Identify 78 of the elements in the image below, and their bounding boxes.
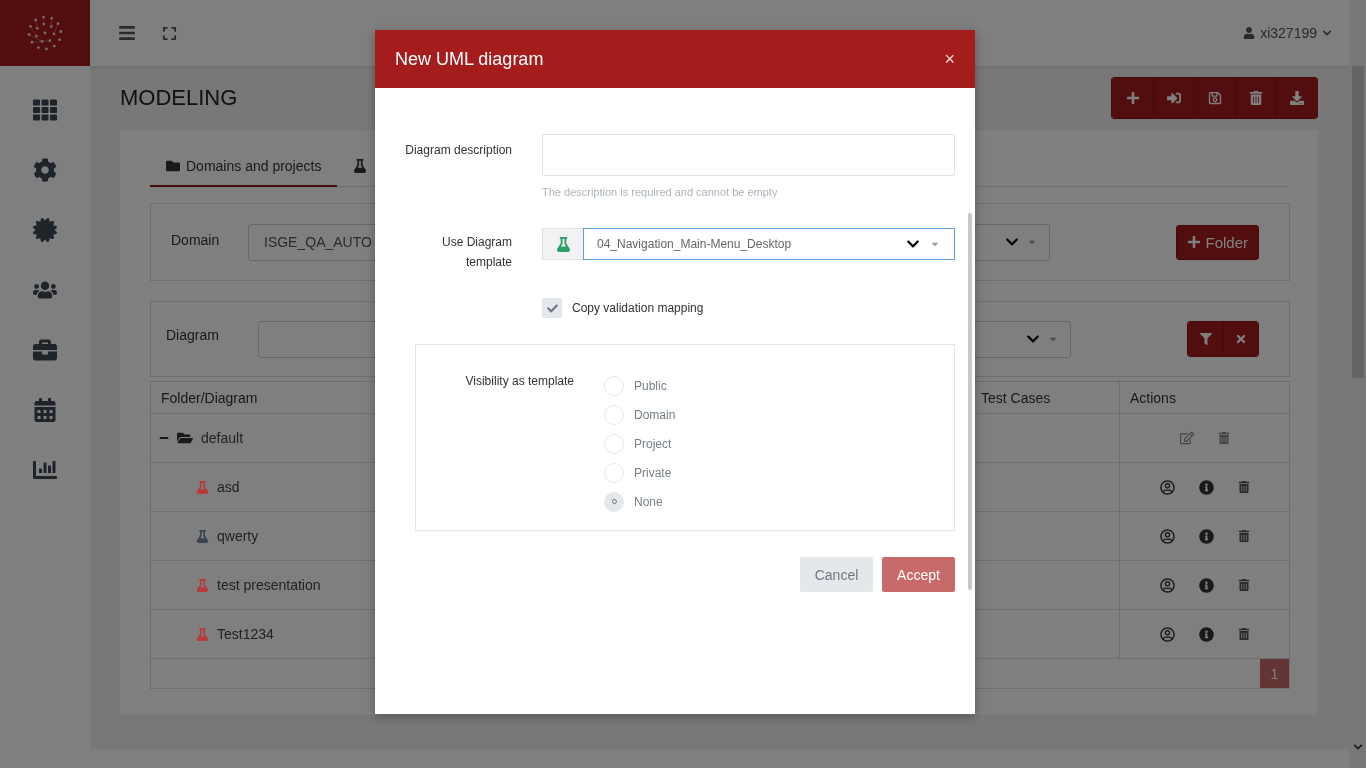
column-header: Actions bbox=[1130, 389, 1176, 406]
field-label: Diagram bbox=[166, 327, 220, 345]
template-select[interactable]: 04_Navigation_Main-Menu_Desktop bbox=[583, 228, 955, 260]
radio-label: Domain bbox=[634, 407, 676, 422]
radio-button[interactable] bbox=[604, 462, 624, 483]
field-label: Domain bbox=[171, 232, 221, 250]
logo-icon bbox=[27, 15, 63, 51]
info-icon[interactable] bbox=[1198, 626, 1214, 642]
tab[interactable]: Domains and projects bbox=[150, 147, 338, 187]
field-label: Use Diagram template bbox=[440, 234, 512, 271]
delete-icon[interactable] bbox=[1237, 530, 1250, 542]
close-icon bbox=[1235, 333, 1247, 345]
radio-button[interactable] bbox=[604, 404, 624, 425]
info-icon[interactable] bbox=[1198, 577, 1214, 593]
radio-label: Project bbox=[634, 436, 672, 451]
radio-button[interactable] bbox=[604, 433, 624, 454]
radio-label: None bbox=[634, 494, 663, 509]
import-icon bbox=[1167, 91, 1181, 105]
edit-icon[interactable] bbox=[1179, 431, 1194, 445]
radio-label: Public bbox=[634, 378, 667, 393]
fullscreen-icon[interactable] bbox=[162, 25, 177, 41]
diagram-name[interactable]: qwerty bbox=[217, 528, 259, 544]
download-icon bbox=[1290, 91, 1304, 105]
help-text: The description is required and cannot be empty bbox=[542, 186, 779, 198]
check-icon bbox=[546, 302, 558, 314]
user-icon[interactable] bbox=[1159, 528, 1175, 544]
delete-icon[interactable] bbox=[1217, 432, 1230, 444]
radio-label: Private bbox=[634, 465, 672, 480]
diagram-name[interactable]: Test1234 bbox=[217, 626, 274, 642]
filter-button[interactable] bbox=[1188, 322, 1223, 356]
column-header: Test Cases bbox=[981, 389, 1051, 406]
cancel-button[interactable]: Cancel bbox=[800, 557, 873, 592]
clear-button[interactable] bbox=[1223, 322, 1258, 356]
user-icon bbox=[1243, 27, 1256, 39]
chevron-down-icon[interactable] bbox=[1322, 28, 1332, 38]
user-name[interactable]: xi327199 bbox=[1260, 25, 1317, 41]
diagram-name[interactable]: asd bbox=[217, 479, 240, 495]
add-icon bbox=[1125, 91, 1140, 105]
radio-button[interactable] bbox=[604, 491, 624, 512]
scroll-down-icon[interactable] bbox=[1353, 742, 1363, 752]
dialog-title: New UML diagram bbox=[395, 48, 544, 70]
download-button[interactable] bbox=[1276, 78, 1317, 118]
scrollbar[interactable] bbox=[968, 213, 972, 590]
checkbox[interactable] bbox=[542, 298, 562, 318]
import-button[interactable] bbox=[1153, 78, 1194, 118]
user-icon[interactable] bbox=[1159, 479, 1175, 495]
checkbox-label: Copy validation mapping bbox=[572, 301, 704, 315]
folder-icon bbox=[177, 430, 193, 446]
diagram-name[interactable]: test presentation bbox=[217, 577, 321, 593]
delete-icon[interactable] bbox=[1237, 481, 1250, 493]
save-icon bbox=[1208, 91, 1222, 105]
delete-button[interactable] bbox=[1235, 78, 1276, 118]
page-button[interactable]: 1 bbox=[1260, 659, 1289, 688]
description-field[interactable] bbox=[542, 134, 955, 176]
add-button[interactable] bbox=[1112, 78, 1153, 118]
filter-icon bbox=[1199, 333, 1212, 345]
menu-icon[interactable] bbox=[118, 24, 136, 42]
user-icon[interactable] bbox=[1159, 626, 1175, 642]
add-folder-button[interactable]: Folder bbox=[1176, 224, 1259, 260]
delete-icon bbox=[1249, 91, 1263, 105]
flask-icon bbox=[542, 228, 583, 260]
column-header: Folder/Diagram bbox=[161, 389, 258, 406]
radio-button[interactable] bbox=[604, 375, 624, 396]
flask-icon bbox=[353, 159, 368, 173]
folder-name[interactable]: default bbox=[201, 430, 244, 446]
user-icon[interactable] bbox=[1159, 577, 1175, 593]
field-label: Visibility as template bbox=[465, 373, 574, 390]
delete-icon[interactable] bbox=[1237, 579, 1250, 591]
folder-icon bbox=[166, 159, 180, 173]
accept-button[interactable]: Accept bbox=[882, 557, 955, 592]
plus-icon bbox=[1187, 235, 1202, 249]
delete-icon[interactable] bbox=[1237, 628, 1250, 640]
close-button[interactable]: × bbox=[944, 48, 955, 70]
field-label: Diagram description bbox=[405, 142, 512, 159]
page-title: MODELING bbox=[120, 85, 238, 111]
save-button[interactable] bbox=[1194, 78, 1235, 118]
info-icon[interactable] bbox=[1198, 528, 1214, 544]
info-icon[interactable] bbox=[1198, 479, 1214, 495]
